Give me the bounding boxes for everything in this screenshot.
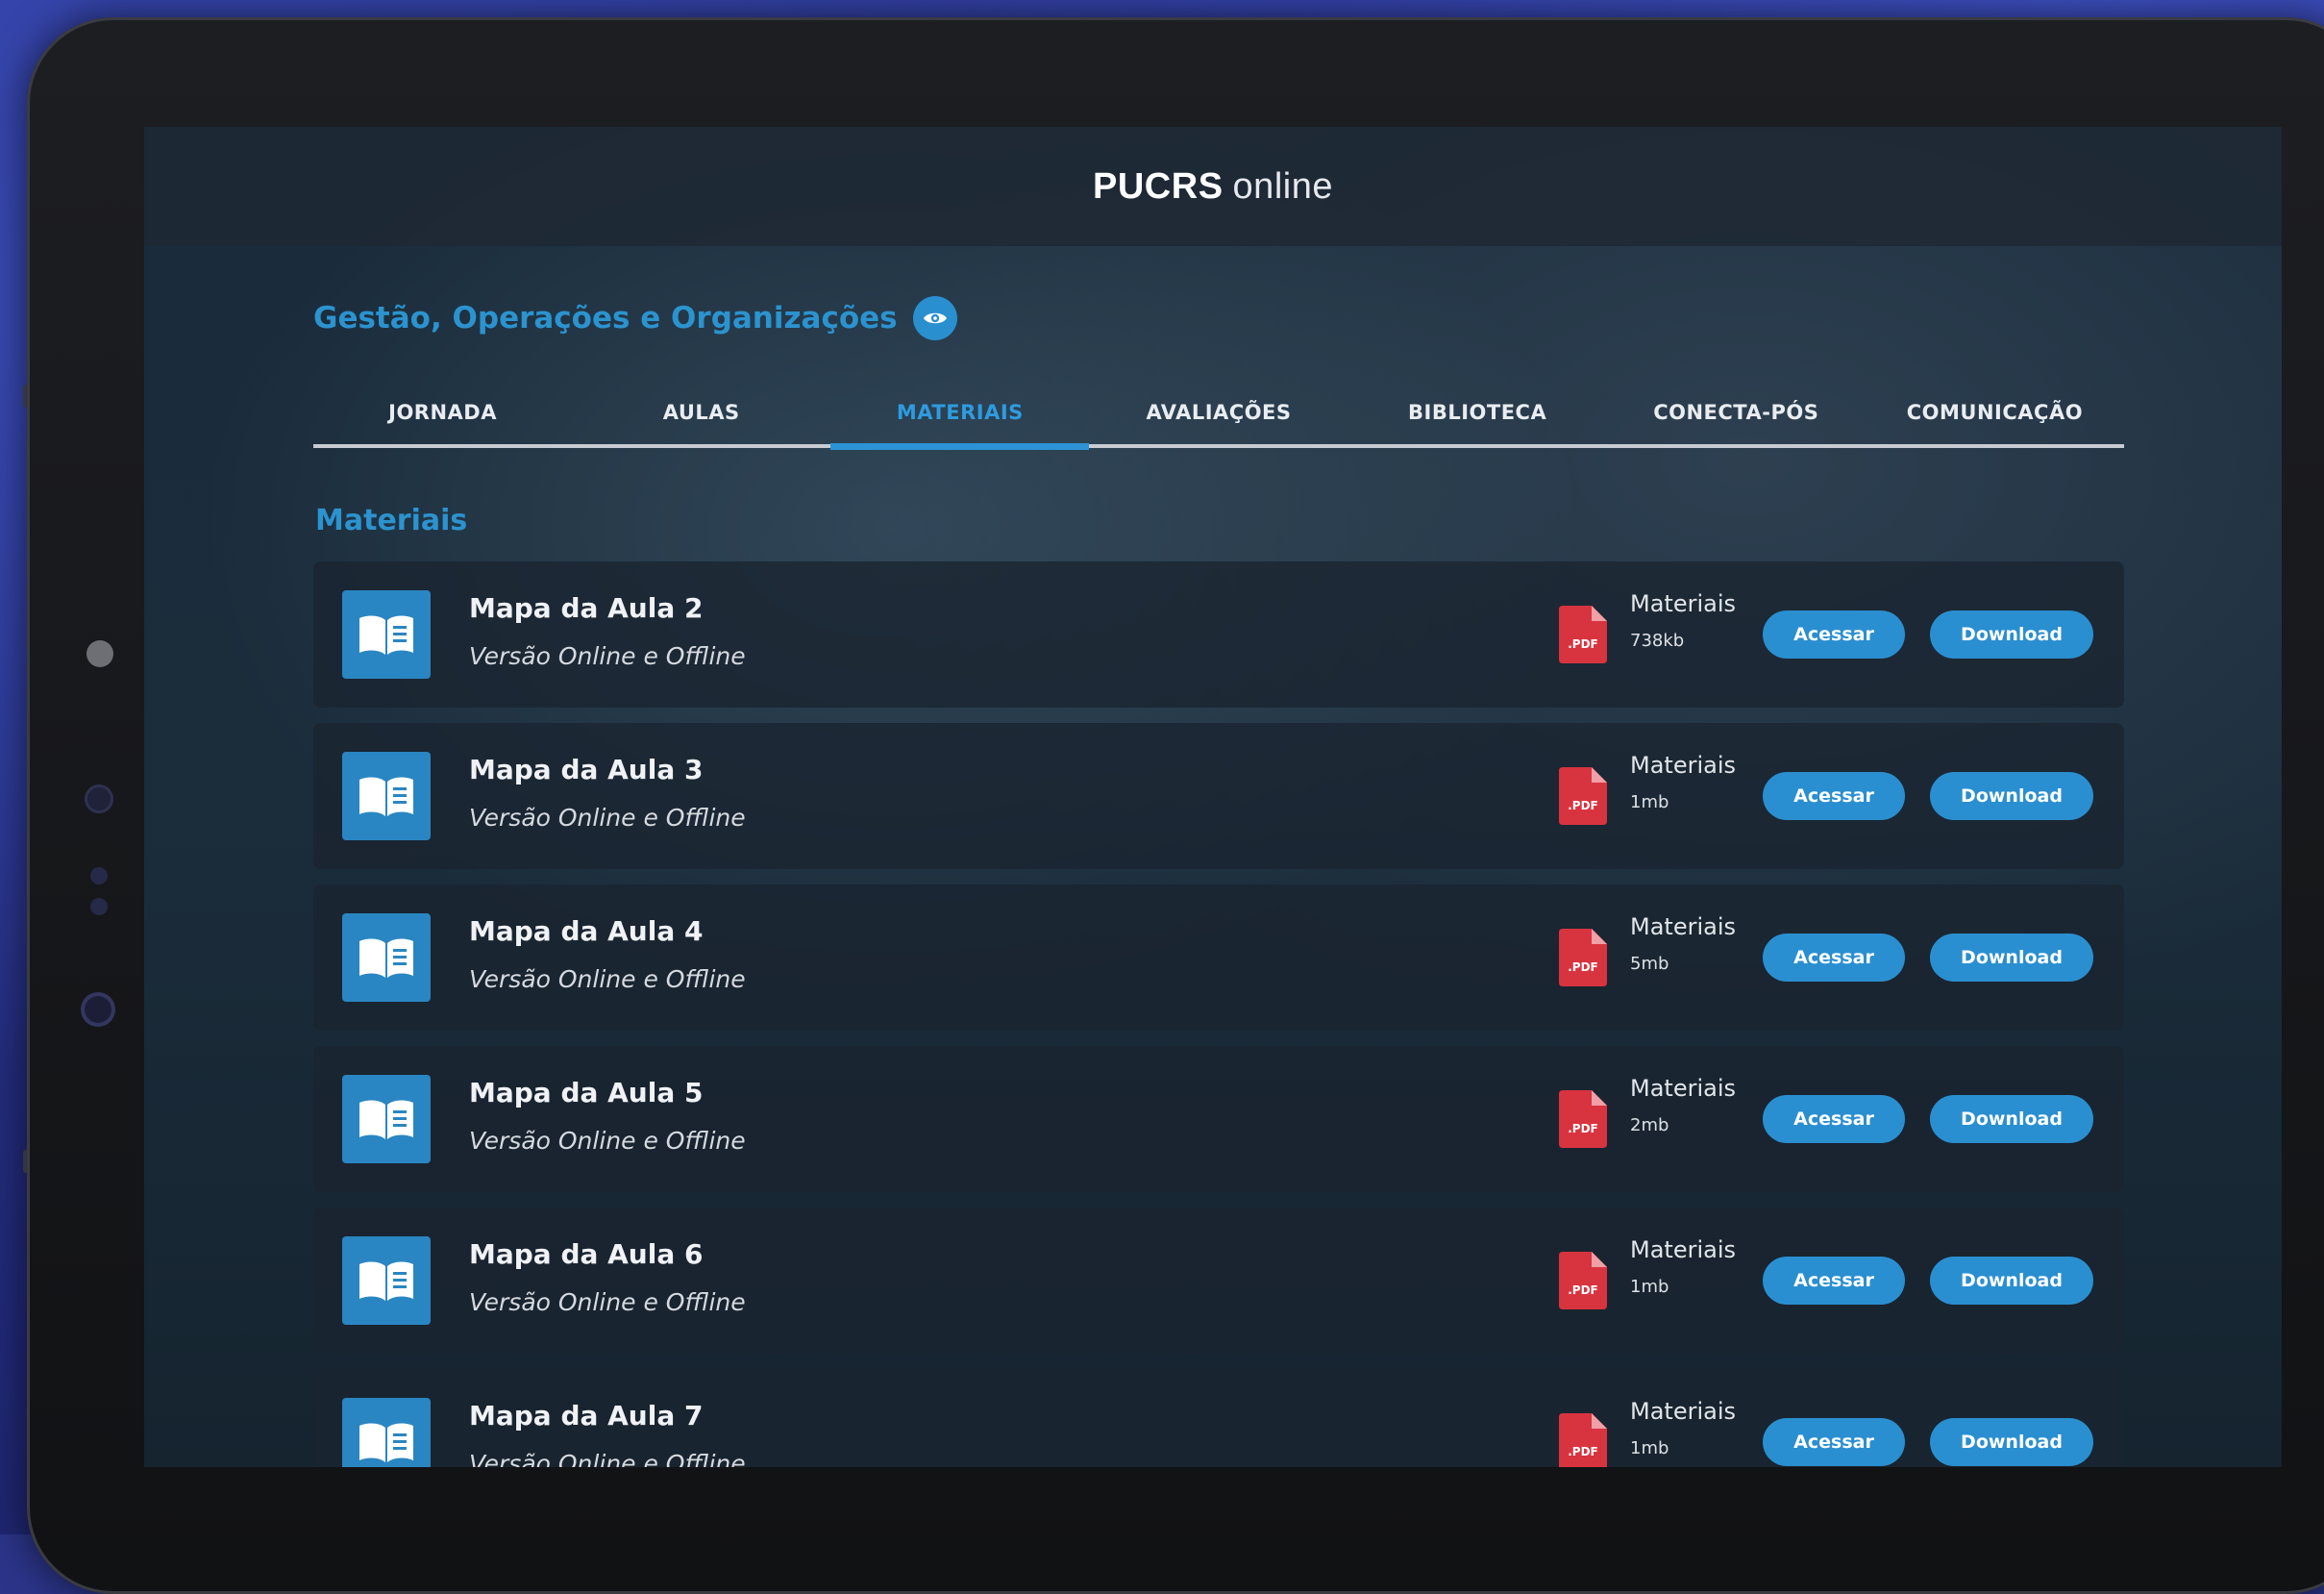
file-label: Materiais <box>1630 1398 1737 1425</box>
list-item: Mapa da Aula 4 Versão Online e Offline .… <box>313 884 2124 1031</box>
book-icon-svg <box>359 1100 413 1139</box>
pdf-file-icon: .PDF <box>1559 929 1607 986</box>
book-icon <box>342 1236 431 1325</box>
list-item: Mapa da Aula 7 Versão Online e Offline .… <box>313 1369 2124 1467</box>
top-bar: PUCRS online <box>144 127 2282 246</box>
book-icon-svg <box>359 615 413 655</box>
file-size: 1mb <box>1630 1277 1669 1297</box>
tab-avaliacoes[interactable]: AVALIAÇÕES <box>1089 381 1347 444</box>
book-icon-svg <box>359 1261 413 1301</box>
eye-icon-svg <box>923 312 947 324</box>
access-button[interactable]: Acessar <box>1763 610 1905 659</box>
download-button[interactable]: Download <box>1930 610 2093 659</box>
tab-aulas[interactable]: AULAS <box>572 381 830 444</box>
camera-lens <box>81 992 115 1027</box>
book-icon <box>342 1075 431 1163</box>
pdf-file-icon: .PDF <box>1559 1090 1607 1148</box>
sensor-dot <box>90 898 108 915</box>
tab-conecta-pos[interactable]: CONECTA-PÓS <box>1607 381 1866 444</box>
access-button[interactable]: Acessar <box>1763 1257 1905 1305</box>
sensor-dot <box>85 785 113 813</box>
book-icon <box>342 1398 431 1467</box>
material-subtitle: Versão Online e Offline <box>469 642 746 670</box>
book-icon <box>342 752 431 840</box>
material-title[interactable]: Mapa da Aula 7 <box>469 1400 703 1432</box>
material-title[interactable]: Mapa da Aula 5 <box>469 1077 703 1108</box>
book-icon <box>342 913 431 1002</box>
svg-text:.PDF: .PDF <box>1568 1283 1598 1297</box>
download-button[interactable]: Download <box>1930 1418 2093 1466</box>
book-icon <box>342 590 431 679</box>
file-label: Materiais <box>1630 752 1737 779</box>
pdf-file-icon: .PDF <box>1559 1252 1607 1309</box>
book-icon-svg <box>359 1423 413 1462</box>
svg-text:.PDF: .PDF <box>1568 799 1598 812</box>
logo-text-strong: PUCRS <box>1093 165 1224 207</box>
material-subtitle: Versão Online e Offline <box>469 965 746 993</box>
access-button[interactable]: Acessar <box>1763 772 1905 820</box>
eye-icon[interactable] <box>912 296 957 340</box>
material-subtitle: Versão Online e Offline <box>469 1288 746 1316</box>
material-title[interactable]: Mapa da Aula 2 <box>469 592 703 624</box>
book-icon-svg <box>359 777 413 816</box>
file-label: Materiais <box>1630 913 1737 940</box>
list-item: Mapa da Aula 2 Versão Online e Offline .… <box>313 561 2124 708</box>
svg-text:.PDF: .PDF <box>1568 1445 1598 1458</box>
course-header: Gestão, Operações e Organizações <box>313 296 957 340</box>
list-item: Mapa da Aula 6 Versão Online e Offline .… <box>313 1208 2124 1354</box>
file-size: 1mb <box>1630 1438 1669 1458</box>
access-button[interactable]: Acessar <box>1763 1095 1905 1143</box>
app-screen: PUCRS online Gestão, Operações e Organiza… <box>144 127 2282 1467</box>
file-label: Materiais <box>1630 1236 1737 1263</box>
material-subtitle: Versão Online e Offline <box>469 1450 746 1467</box>
tab-biblioteca[interactable]: BIBLIOTECA <box>1348 381 1607 444</box>
tab-jornada[interactable]: JORNADA <box>313 381 572 444</box>
course-title: Gestão, Operações e Organizações <box>313 301 898 336</box>
file-label: Materiais <box>1630 590 1737 617</box>
file-size: 2mb <box>1630 1115 1669 1135</box>
download-button[interactable]: Download <box>1930 1095 2093 1143</box>
pdf-file-icon: .PDF <box>1559 1413 1607 1467</box>
materials-list: Mapa da Aula 2 Versão Online e Offline .… <box>313 561 2124 1467</box>
material-subtitle: Versão Online e Offline <box>469 804 746 832</box>
file-size: 738kb <box>1630 631 1685 651</box>
camera-dot <box>87 640 113 667</box>
material-title[interactable]: Mapa da Aula 4 <box>469 915 703 947</box>
access-button[interactable]: Acessar <box>1763 1418 1905 1466</box>
pdf-file-icon: .PDF <box>1559 606 1607 663</box>
list-item: Mapa da Aula 5 Versão Online e Offline .… <box>313 1046 2124 1192</box>
pucrs-logo[interactable]: PUCRS online <box>1093 166 1333 208</box>
svg-text:.PDF: .PDF <box>1568 1122 1598 1135</box>
tab-bar: JORNADA AULAS MATERIAIS AVALIAÇÕES BIBLI… <box>313 381 2124 450</box>
tab-comunicacao[interactable]: COMUNICAÇÃO <box>1866 381 2124 444</box>
download-button[interactable]: Download <box>1930 772 2093 820</box>
section-title: Materiais <box>315 504 468 537</box>
access-button[interactable]: Acessar <box>1763 934 1905 982</box>
svg-text:.PDF: .PDF <box>1568 960 1598 974</box>
pdf-file-icon: .PDF <box>1559 767 1607 825</box>
tablet-frame: PUCRS online Gestão, Operações e Organiza… <box>27 17 2324 1594</box>
file-size: 5mb <box>1630 954 1669 974</box>
download-button[interactable]: Download <box>1930 934 2093 982</box>
material-subtitle: Versão Online e Offline <box>469 1127 746 1155</box>
file-label: Materiais <box>1630 1075 1737 1102</box>
file-size: 1mb <box>1630 792 1669 812</box>
logo-text-light: online <box>1232 165 1333 207</box>
svg-text:.PDF: .PDF <box>1568 637 1598 651</box>
material-title[interactable]: Mapa da Aula 6 <box>469 1238 703 1270</box>
sensor-dot <box>90 867 108 884</box>
list-item: Mapa da Aula 3 Versão Online e Offline .… <box>313 723 2124 869</box>
material-title[interactable]: Mapa da Aula 3 <box>469 754 703 785</box>
download-button[interactable]: Download <box>1930 1257 2093 1305</box>
tab-materiais[interactable]: MATERIAIS <box>830 381 1090 450</box>
book-icon-svg <box>359 938 413 978</box>
